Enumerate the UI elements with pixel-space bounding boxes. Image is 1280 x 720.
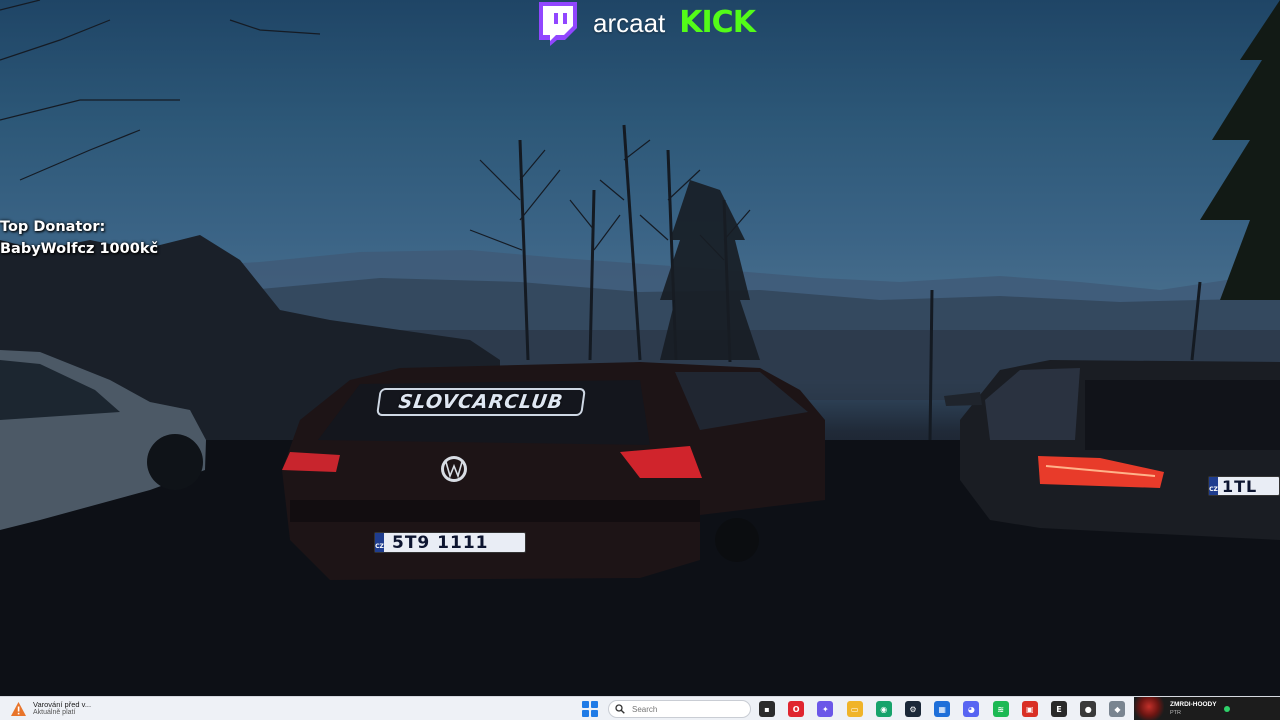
app-dark-icon[interactable]: ● (1080, 701, 1097, 717)
now-playing-text: ZMRDI-HOODY PTR (1170, 701, 1217, 717)
opera-icon[interactable]: O (788, 701, 805, 717)
spotify-icon[interactable]: ≋ (992, 701, 1009, 717)
copilot-icon[interactable]: ✦ (817, 701, 834, 717)
widget-text: Varování před v... Aktuálně platí (33, 701, 91, 717)
twitch-icon (539, 2, 577, 46)
now-playing-widget[interactable]: ZMRDI-HOODY PTR (1134, 697, 1280, 720)
weather-widget[interactable]: Varování před v... Aktuálně platí (10, 699, 91, 719)
discord-icon[interactable]: ◕ (963, 701, 980, 717)
plate-country-code: CZ (1209, 477, 1218, 495)
app-gray-icon[interactable]: ◆ (1109, 701, 1126, 717)
windows-start-icon-tile (582, 709, 589, 717)
club-sticker: SLOVCARCLUB (376, 388, 586, 416)
license-plate-vw: CZ 5T9 1111 (374, 532, 526, 553)
now-playing-subtitle: PTR (1170, 710, 1181, 716)
taskbar: Varování před v... Aktuálně platí ▪ O ✦ ▭ ◉ ⚙… (0, 696, 1280, 720)
app-red-icon[interactable]: ▣ (1021, 701, 1038, 717)
top-donator-value: BabyWolfcz 1000kč (0, 241, 159, 257)
search-input[interactable] (632, 704, 742, 714)
start-button[interactable] (582, 701, 598, 717)
stream-banner: arcaat KICK (533, 0, 783, 46)
file-explorer-icon[interactable]: ▭ (846, 701, 863, 717)
now-playing-title: ZMRDI-HOODY (1170, 701, 1217, 708)
channel-name: arcaat (593, 7, 666, 38)
taskbar-search[interactable] (608, 700, 751, 718)
widget-subtitle: Aktuálně platí (33, 709, 76, 716)
epic-games-icon[interactable]: E (1051, 701, 1067, 717)
top-donator: Top Donator: BabyWolfcz 1000kč (0, 216, 158, 260)
steam-icon[interactable]: ⚙ (905, 701, 921, 717)
kick-logo: KICK (679, 5, 756, 40)
task-view-icon[interactable]: ▪ (759, 701, 775, 717)
app-green-icon[interactable]: ◉ (875, 701, 892, 717)
plate-number: 1TL (1222, 476, 1258, 496)
status-dot-icon (1224, 706, 1230, 712)
widget-title: Varování před v... (33, 700, 92, 709)
windows-start-icon-tile (590, 709, 598, 717)
app-blue-icon[interactable]: ▦ (934, 701, 951, 717)
search-icon (615, 704, 625, 714)
plate-country-code: CZ (375, 533, 384, 552)
album-art (1134, 697, 1164, 720)
wallpaper-scene (0, 0, 1280, 696)
windows-start-icon-tile (590, 701, 598, 708)
windows-start-icon (582, 701, 589, 708)
license-plate-bmw: CZ 1TL (1208, 476, 1280, 496)
desktop-wallpaper: SLOVCARCLUB CZ 5T9 1111 CZ 1TL (0, 0, 1280, 696)
top-donator-label: Top Donator: (0, 219, 106, 235)
plate-number: 5T9 1111 (392, 532, 489, 553)
warning-icon (11, 702, 26, 716)
